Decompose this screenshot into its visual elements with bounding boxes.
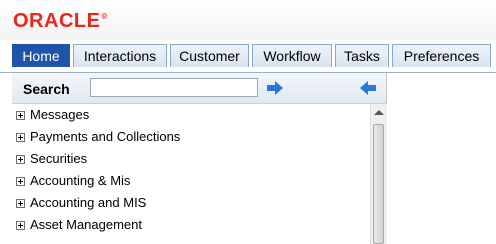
oracle-logo: ORACLE® <box>13 10 108 32</box>
scroll-up-arrow-icon[interactable] <box>374 110 384 115</box>
search-label: Search <box>23 81 70 97</box>
left-arrow-icon[interactable] <box>358 80 378 96</box>
search-input[interactable] <box>90 78 258 97</box>
tree-item-securities[interactable]: Securities <box>12 148 370 170</box>
vertical-scrollbar[interactable] <box>370 104 387 244</box>
tree-item-payments-and-collections[interactable]: Payments and Collections <box>12 126 370 148</box>
main-tab-bar: Home Interactions Customer Workflow Task… <box>0 40 496 73</box>
tree-item-label: Asset Management <box>30 217 143 232</box>
tree-item-label: Accounting and MIS <box>30 195 147 210</box>
tree-item-label: Payments and Collections <box>30 129 181 144</box>
tab-customer[interactable]: Customer <box>170 44 249 67</box>
tab-interactions[interactable]: Interactions <box>73 44 167 67</box>
right-arrow-icon[interactable] <box>265 80 285 96</box>
tree-item-label: Securities <box>30 151 88 166</box>
menu-tree: Messages Payments and Collections Securi… <box>12 104 370 244</box>
tree-item-accounting-and-mis[interactable]: Accounting and MIS <box>12 192 370 214</box>
tab-preferences[interactable]: Preferences <box>392 44 491 67</box>
expand-plus-icon[interactable] <box>16 177 25 186</box>
expand-plus-icon[interactable] <box>16 221 25 230</box>
app-header: ORACLE® <box>0 0 496 40</box>
tab-tasks[interactable]: Tasks <box>335 44 389 67</box>
search-bar: Search <box>12 73 386 104</box>
tree-item-label: Messages <box>30 107 90 122</box>
expand-plus-icon[interactable] <box>16 133 25 142</box>
tree-item-label: Accounting & Mis <box>30 173 131 188</box>
navigation-panel: Search Messages Payments and Collections… <box>12 73 387 244</box>
tab-home[interactable]: Home <box>12 44 70 67</box>
tree-item-asset-management[interactable]: Asset Management <box>12 214 370 236</box>
tree-item-accounting-mis[interactable]: Accounting & Mis <box>12 170 370 192</box>
tree-item-messages[interactable]: Messages <box>12 104 370 126</box>
expand-plus-icon[interactable] <box>16 111 25 120</box>
expand-plus-icon[interactable] <box>16 199 25 208</box>
scroll-thumb[interactable] <box>373 124 384 244</box>
tab-workflow[interactable]: Workflow <box>252 44 332 67</box>
expand-plus-icon[interactable] <box>16 155 25 164</box>
